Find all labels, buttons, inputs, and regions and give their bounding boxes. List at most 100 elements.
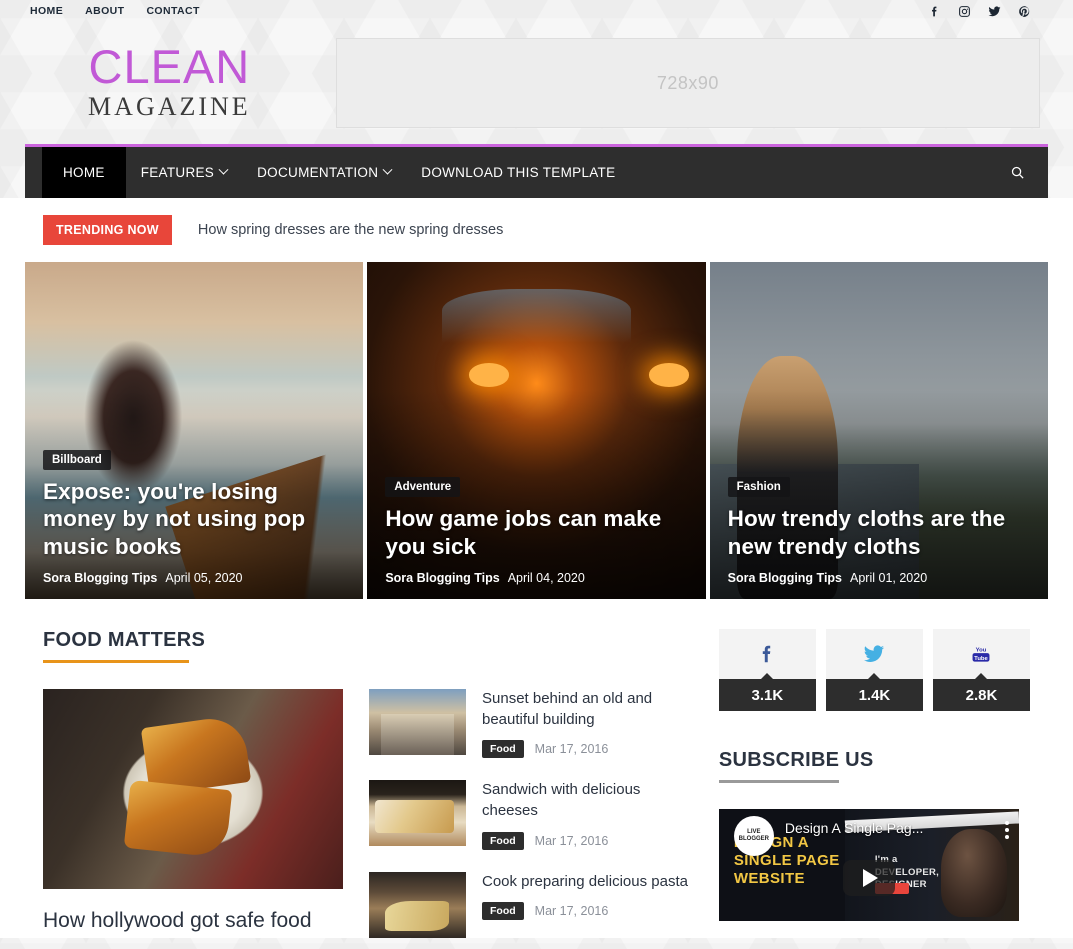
social-counter-twitter[interactable]: 1.4K — [825, 629, 923, 711]
post-thumbnail-sandwich — [369, 780, 466, 847]
post-date: Mar 17, 2016 — [534, 742, 609, 757]
top-nav-contact[interactable]: CONTACT — [146, 5, 199, 17]
logo-primary-text: CLEAN — [88, 40, 251, 94]
featured-card-meta: Fashion How trendy cloths are the new tr… — [727, 477, 1030, 585]
trending-badge: TRENDING NOW — [43, 215, 172, 245]
list-item[interactable]: Cook preparing delicious pasta Food Mar … — [369, 871, 689, 938]
category-tag[interactable]: Food — [482, 902, 524, 921]
top-nav-about[interactable]: ABOUT — [85, 5, 124, 17]
page-root: HOME ABOUT CONTACT CLEAN MAGAZINE 728x90 — [0, 0, 1073, 938]
facebook-icon — [763, 645, 771, 663]
social-counter-youtube[interactable]: You Tube 2.8K — [932, 629, 1031, 711]
twitter-icon[interactable] — [987, 4, 1001, 19]
post-date: Mar 17, 2016 — [534, 904, 609, 919]
featured-byline: Sora Blogging Tips April 05, 2020 — [43, 571, 345, 585]
nav-item-features[interactable]: FEATURES — [126, 147, 242, 198]
post-title[interactable]: Sandwich with delicious cheeses — [482, 780, 689, 821]
site-logo[interactable]: CLEAN MAGAZINE — [33, 43, 306, 122]
featured-title[interactable]: How game jobs can make you sick — [385, 505, 687, 560]
category-badge[interactable]: Fashion — [727, 477, 790, 498]
feature-image-sandwich — [43, 689, 343, 889]
post-list: Sunset behind an old and beautiful build… — [369, 689, 689, 938]
nav-item-home-label: HOME — [63, 165, 105, 180]
lower-section: FOOD MATTERS How hollywood got safe food… — [25, 599, 1048, 938]
top-navigation: HOME ABOUT CONTACT — [30, 5, 200, 17]
post-date: April 01, 2020 — [850, 571, 928, 585]
video-thumb-portrait — [940, 829, 1007, 917]
sidebar: 3.1K 1.4K You Tube 2.8K SUBSCRIBE US A S… — [718, 629, 1031, 938]
svg-text:You: You — [976, 647, 987, 653]
nav-item-features-label: FEATURES — [140, 165, 215, 180]
site-header: CLEAN MAGAZINE 728x90 — [0, 22, 1073, 144]
social-counter-value: 2.8K — [932, 679, 1031, 711]
category-tag[interactable]: Food — [482, 740, 524, 759]
feature-article[interactable]: How hollywood got safe food — [43, 689, 343, 938]
ad-banner-placeholder[interactable]: 728x90 — [335, 38, 1040, 128]
logo-secondary-text: MAGAZINE — [88, 92, 251, 122]
top-nav-home[interactable]: HOME — [30, 5, 63, 17]
nav-item-documentation[interactable]: DOCUMENTATION — [242, 147, 406, 198]
featured-card-meta: Billboard Expose: you're losing money by… — [43, 449, 345, 585]
facebook-icon[interactable] — [927, 4, 941, 19]
list-item[interactable]: Sunset behind an old and beautiful build… — [369, 689, 689, 759]
video-more-options-icon[interactable] — [1004, 821, 1009, 842]
social-counter-facebook[interactable]: 3.1K — [718, 629, 816, 711]
instagram-icon[interactable] — [957, 4, 971, 19]
post-date: Mar 17, 2016 — [534, 833, 609, 848]
search-icon — [1011, 166, 1024, 179]
post-body: Cook preparing delicious pasta Food Mar … — [482, 872, 688, 938]
featured-card[interactable]: Fashion How trendy cloths are the new tr… — [709, 262, 1048, 599]
trending-bar: TRENDING NOW How spring dresses are the … — [25, 198, 1048, 262]
category-badge[interactable]: Billboard — [43, 449, 111, 470]
featured-byline: Sora Blogging Tips April 01, 2020 — [728, 571, 1030, 585]
post-meta-row: Food Mar 17, 2016 — [482, 831, 689, 850]
featured-card[interactable]: Billboard Expose: you're losing money by… — [25, 262, 364, 599]
main-column: FOOD MATTERS How hollywood got safe food… — [43, 629, 689, 938]
list-item[interactable]: Sandwich with delicious cheeses Food Mar… — [369, 780, 689, 850]
author-name[interactable]: Sora Blogging Tips — [728, 571, 842, 585]
featured-title[interactable]: How trendy cloths are the new trendy clo… — [728, 505, 1030, 560]
subscribe-widget: SUBSCRIBE US DESIGN A SINGLE PAGE WEBSIT… — [718, 749, 1030, 921]
trending-headline[interactable]: How spring dresses are the new spring dr… — [198, 222, 503, 238]
video-thumb-headline-line3: WEBSITE — [733, 870, 805, 888]
twitter-icon — [864, 645, 885, 662]
post-meta-row: Food Mar 17, 2016 — [482, 902, 688, 921]
post-date: April 04, 2020 — [507, 571, 585, 585]
feature-article-title[interactable]: How hollywood got safe food — [43, 907, 343, 934]
play-icon[interactable] — [842, 860, 895, 897]
post-title[interactable]: Sunset behind an old and beautiful build… — [482, 689, 689, 730]
search-button[interactable] — [986, 147, 1048, 198]
chevron-down-icon — [382, 164, 393, 175]
featured-title[interactable]: Expose: you're losing money by not using… — [43, 478, 345, 560]
channel-avatar[interactable]: LIVE BLOGGER — [733, 815, 774, 856]
chevron-down-icon — [218, 164, 229, 175]
youtube-video-embed[interactable]: DESIGN A SINGLE PAGE WEBSITE I'm a DEVEL… — [718, 809, 1019, 921]
post-date: April 05, 2020 — [165, 571, 243, 585]
nav-item-download[interactable]: DOWNLOAD THIS TEMPLATE — [406, 147, 630, 198]
featured-card[interactable]: Adventure How game jobs can make you sic… — [367, 262, 706, 599]
author-name[interactable]: Sora Blogging Tips — [43, 571, 157, 585]
post-thumbnail-building — [369, 689, 466, 755]
pinterest-icon[interactable] — [1017, 4, 1031, 19]
featured-card-meta: Adventure How game jobs can make you sic… — [385, 477, 687, 585]
video-title[interactable]: Design A Single Pag... — [785, 820, 924, 836]
youtube-icon: You Tube — [973, 647, 990, 662]
social-counter-icon-area — [718, 629, 816, 679]
section-underline — [43, 660, 189, 663]
section-header-subscribe: SUBSCRIBE US — [718, 749, 1030, 783]
author-name[interactable]: Sora Blogging Tips — [385, 571, 499, 585]
category-badge[interactable]: Adventure — [385, 477, 461, 498]
post-title[interactable]: Cook preparing delicious pasta — [482, 872, 688, 893]
post-thumbnail-pasta — [369, 871, 466, 938]
section-header-food: FOOD MATTERS — [43, 629, 689, 663]
nav-item-home[interactable]: HOME — [42, 147, 126, 198]
post-body: Sandwich with delicious cheeses Food Mar… — [482, 780, 689, 850]
social-counter-widget: 3.1K 1.4K You Tube 2.8K — [718, 629, 1031, 711]
main-navigation-wrapper: HOME FEATURES DOCUMENTATION DOWNLOAD THI… — [0, 144, 1073, 198]
social-counter-icon-area — [825, 629, 923, 679]
section-underline — [718, 780, 839, 783]
top-social-links — [927, 4, 1031, 19]
category-tag[interactable]: Food — [482, 831, 524, 850]
nav-item-download-label: DOWNLOAD THIS TEMPLATE — [421, 165, 616, 180]
social-counter-icon-area: You Tube — [932, 629, 1031, 679]
